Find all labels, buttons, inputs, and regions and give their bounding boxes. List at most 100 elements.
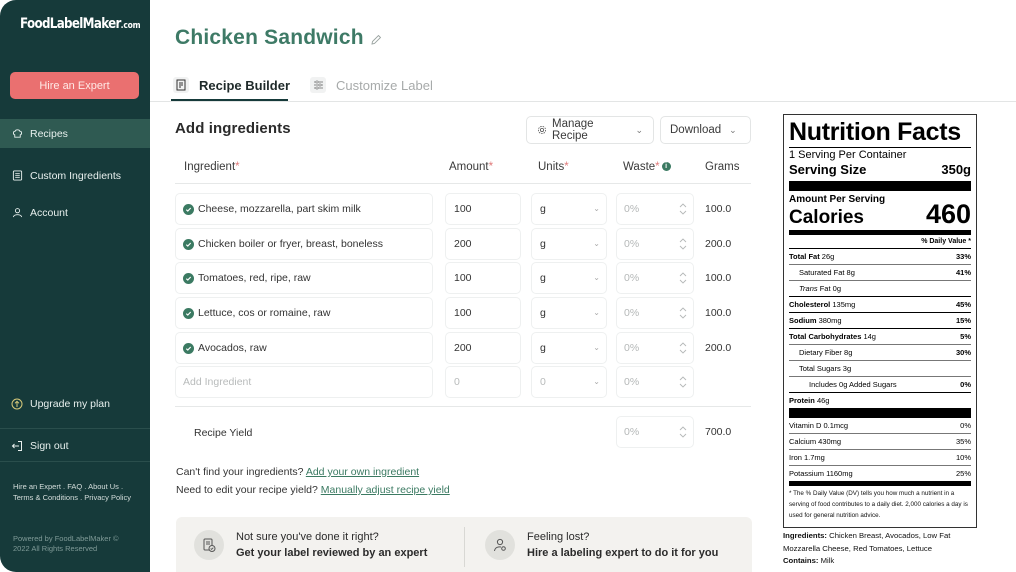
units-select[interactable]: g ⌄ (531, 228, 607, 260)
ingredient-input[interactable]: Chicken boiler or fryer, breast, boneles… (175, 228, 433, 260)
sidebar: FoodLabelMaker.com Hire an Expert Recipe… (0, 0, 150, 572)
stepper-icon[interactable] (679, 270, 687, 286)
tab-label: Recipe Builder (199, 77, 291, 93)
banner-action: Hire a labeling expert to do it for you (527, 546, 719, 559)
nf-dv: 30% (955, 348, 971, 357)
page-title: Chicken Sandwich (175, 26, 364, 49)
column-label: Ingredient (184, 161, 236, 173)
ingredient-name: Chicken boiler or fryer, breast, boneles… (198, 238, 384, 250)
nf-title: Nutrition Facts (789, 118, 961, 146)
amount-input[interactable]: 200 (445, 228, 521, 260)
column-label: Grams (705, 161, 740, 173)
footer-link-about[interactable]: About Us (88, 482, 119, 491)
hire-expert-button[interactable]: Hire an Expert (10, 72, 139, 99)
ingredient-name: Avocados, raw (198, 342, 267, 354)
amount-input[interactable]: 100 (445, 193, 521, 225)
add-own-ingredient-link[interactable]: Add your own ingredient (306, 466, 419, 478)
stepper-icon[interactable] (679, 374, 687, 390)
sidebar-item-recipes[interactable]: Recipes (0, 119, 150, 148)
sidebar-item-account[interactable]: Account (0, 198, 150, 227)
column-header-amount: Amount* (449, 161, 493, 173)
amount-input[interactable]: 200 (445, 332, 521, 364)
nf-value: 8g (844, 348, 853, 357)
tab-recipe-builder[interactable]: Recipe Builder (173, 70, 290, 100)
nf-vitamin-d: Vitamin D 0.1mcg 0% (789, 418, 971, 434)
nf-label: Calories (789, 207, 864, 228)
waste-value: 0% (624, 203, 640, 215)
units-select[interactable]: g ⌄ (531, 332, 607, 364)
sign-out-link[interactable]: Sign out (0, 431, 150, 460)
sidebar-item-custom-ingredients[interactable]: Custom Ingredients (0, 161, 150, 190)
stepper-icon[interactable] (679, 305, 687, 321)
units-select[interactable]: g ⌄ (531, 297, 607, 329)
expert-help-banner: Not sure you've done it right? Get your … (176, 517, 752, 572)
grams-value: 100.0 (705, 272, 732, 284)
header-divider (150, 101, 1016, 102)
nf-label: Serving Size (789, 162, 867, 177)
stepper-icon[interactable] (679, 201, 687, 217)
stepper-icon[interactable] (679, 424, 687, 440)
footer-link-faq[interactable]: FAQ (67, 482, 82, 491)
units-select[interactable]: g ⌄ (531, 262, 607, 294)
banner-divider (464, 527, 465, 567)
nf-dv: 0% (960, 380, 971, 389)
manage-recipe-dropdown[interactable]: Manage Recipe ⌄ (526, 116, 654, 144)
tab-customize-label[interactable]: Customize Label (310, 70, 433, 100)
nf-ingredient-statement: Ingredients: Chicken Breast, Avocados, L… (783, 530, 983, 568)
upgrade-plan-link[interactable]: Upgrade my plan (0, 389, 150, 418)
stepper-icon[interactable] (679, 236, 687, 252)
nf-label: Iron 1.7mg (789, 453, 825, 462)
nf-value: 14g (863, 332, 876, 341)
yield-waste-input[interactable]: 0% (616, 416, 694, 448)
add-ingredient-input[interactable]: Add Ingredient (175, 366, 433, 398)
ingredient-input[interactable]: Tomatoes, red, ripe, raw (175, 262, 433, 294)
waste-input[interactable]: 0% (616, 332, 694, 364)
footer-link-privacy[interactable]: Privacy Policy (84, 493, 131, 502)
nf-fiber: Dietary Fiber 8g 30% (789, 345, 971, 361)
nf-cholesterol: Cholesterol 135mg 45% (789, 297, 971, 313)
nf-dv: 5% (960, 332, 971, 341)
check-circle-icon (183, 342, 194, 354)
info-icon[interactable]: i (661, 162, 671, 172)
units-select[interactable]: g ⌄ (531, 193, 607, 225)
ingredient-input[interactable]: Cheese, mozzarella, part skim milk (175, 193, 433, 225)
stepper-icon[interactable] (679, 340, 687, 356)
waste-input[interactable]: 0% (616, 193, 694, 225)
ingredient-input[interactable]: Avocados, raw (175, 332, 433, 364)
amount-input[interactable]: 100 (445, 297, 521, 329)
label-review-cta[interactable]: Not sure you've done it right? Get your … (194, 517, 427, 572)
ingredient-input[interactable]: Lettuce, cos or romaine, raw (175, 297, 433, 329)
amount-input[interactable]: 0 (445, 366, 521, 398)
grams-value: 100.0 (705, 307, 732, 319)
logo[interactable]: FoodLabelMaker.com (20, 16, 141, 32)
nf-rule-thick (789, 181, 971, 191)
nf-trans-fat: Trans Fat 0g (789, 281, 971, 297)
column-header-waste: Waste* i (623, 161, 671, 173)
waste-input[interactable]: 0% (616, 228, 694, 260)
nf-label-italic: Trans (799, 284, 818, 293)
nf-dv: 15% (955, 316, 971, 325)
units-value: g (540, 272, 546, 284)
help-text: Need to edit your recipe yield? (176, 484, 318, 496)
sliders-icon (310, 77, 326, 93)
amount-input[interactable]: 100 (445, 262, 521, 294)
units-select[interactable]: 0 ⌄ (531, 366, 607, 398)
copyright-line: 2022 All Rights Reserved (13, 544, 98, 553)
waste-input[interactable]: 0% (616, 366, 694, 398)
sidebar-item-label: Recipes (30, 127, 68, 140)
list-icon (11, 170, 23, 182)
nf-dv-header: % Daily Value * (789, 235, 971, 249)
download-dropdown[interactable]: Download ⌄ (660, 116, 751, 144)
column-header-units: Units* (538, 161, 569, 173)
waste-input[interactable]: 0% (616, 262, 694, 294)
nf-dv: 10% (955, 453, 971, 462)
sign-out-icon (11, 440, 23, 452)
required-mark: * (564, 161, 569, 173)
footer-link-hire[interactable]: Hire an Expert (13, 482, 61, 491)
footer-link-terms[interactable]: Terms & Conditions (13, 493, 78, 502)
column-header-grams: Grams (705, 161, 740, 173)
waste-input[interactable]: 0% (616, 297, 694, 329)
adjust-yield-link[interactable]: Manually adjust recipe yield (321, 484, 450, 496)
hire-labeling-expert-cta[interactable]: Feeling lost? Hire a labeling expert to … (485, 517, 718, 572)
pencil-icon[interactable] (370, 33, 382, 45)
